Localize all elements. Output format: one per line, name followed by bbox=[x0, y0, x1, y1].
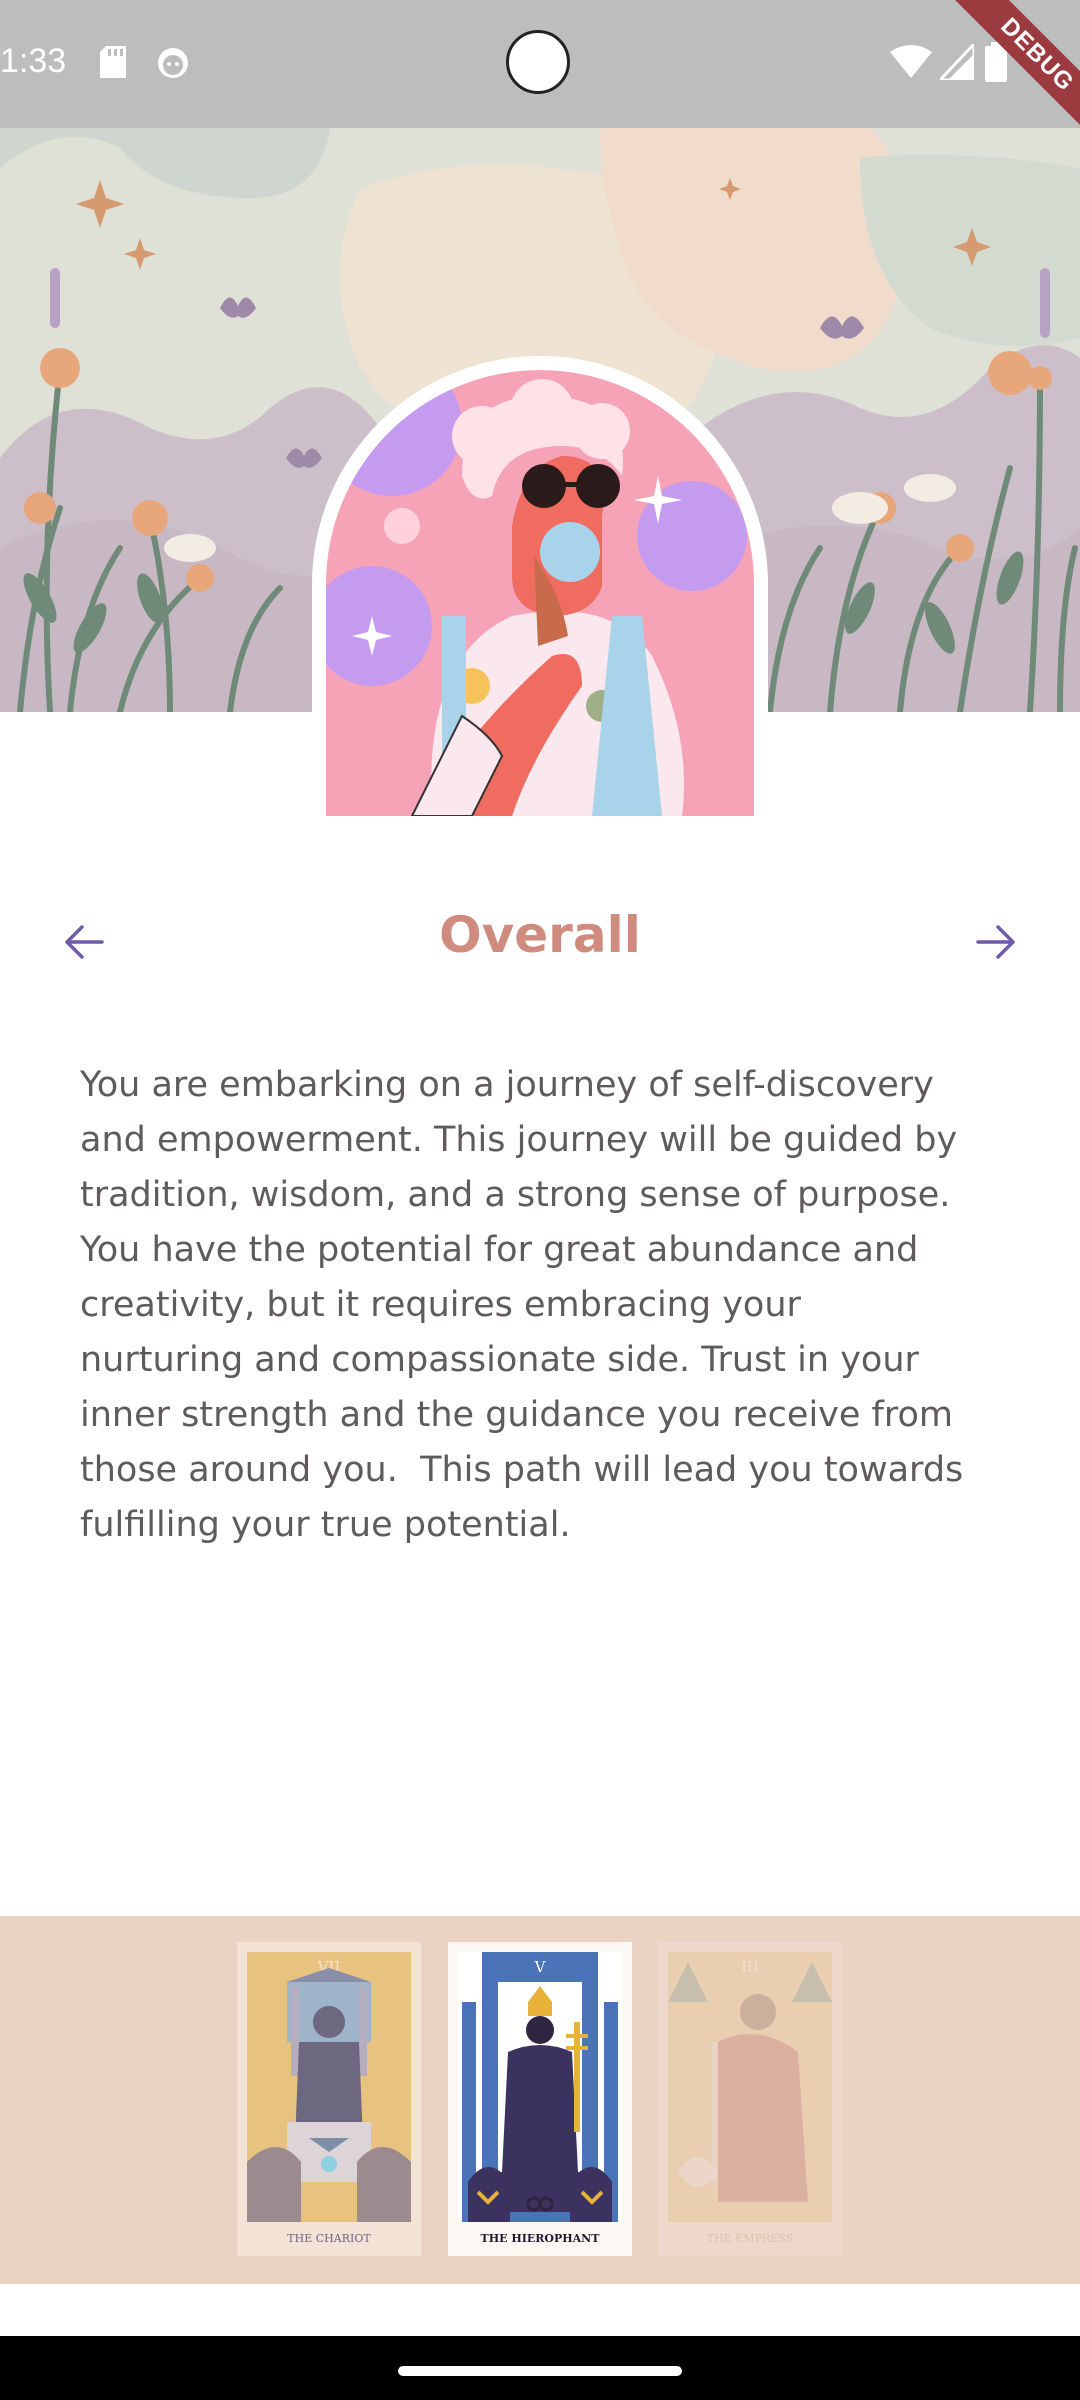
card-name: THE HIEROPHANT bbox=[481, 2232, 601, 2245]
sd-card-icon bbox=[100, 46, 126, 78]
camera-cutout bbox=[506, 30, 570, 94]
assistant-face-icon bbox=[158, 48, 188, 78]
home-gesture-handle[interactable] bbox=[398, 2366, 682, 2376]
tarot-card-chariot[interactable]: VII THE CHARIOT bbox=[237, 1942, 421, 2256]
tarot-card-empress[interactable]: III THE EMPRESS bbox=[658, 1942, 842, 2256]
next-section-button[interactable] bbox=[964, 910, 1028, 974]
arrow-left-icon bbox=[65, 925, 104, 959]
card-name: THE EMPRESS bbox=[707, 2232, 793, 2245]
tarot-card-hierophant[interactable]: V THE HIEROPHANT bbox=[448, 1942, 632, 2256]
arrow-right-icon bbox=[976, 925, 1015, 959]
status-time: 1:33 bbox=[0, 42, 67, 80]
previous-section-button[interactable] bbox=[52, 910, 116, 974]
reading-body-text: You are embarking on a journey of self-d… bbox=[80, 1065, 964, 1545]
card-name: THE CHARIOT bbox=[287, 2232, 371, 2245]
card-numeral: V bbox=[534, 1958, 547, 1976]
card-numeral: III bbox=[741, 1958, 759, 1976]
tarot-card-tray: VII THE CHARIOT V THE HIEROPHANT III THE… bbox=[0, 1916, 1080, 2284]
avatar-portrait bbox=[312, 356, 768, 816]
status-bar: 1:33 DEBUG bbox=[0, 0, 1080, 150]
section-title: Overall bbox=[439, 906, 641, 964]
